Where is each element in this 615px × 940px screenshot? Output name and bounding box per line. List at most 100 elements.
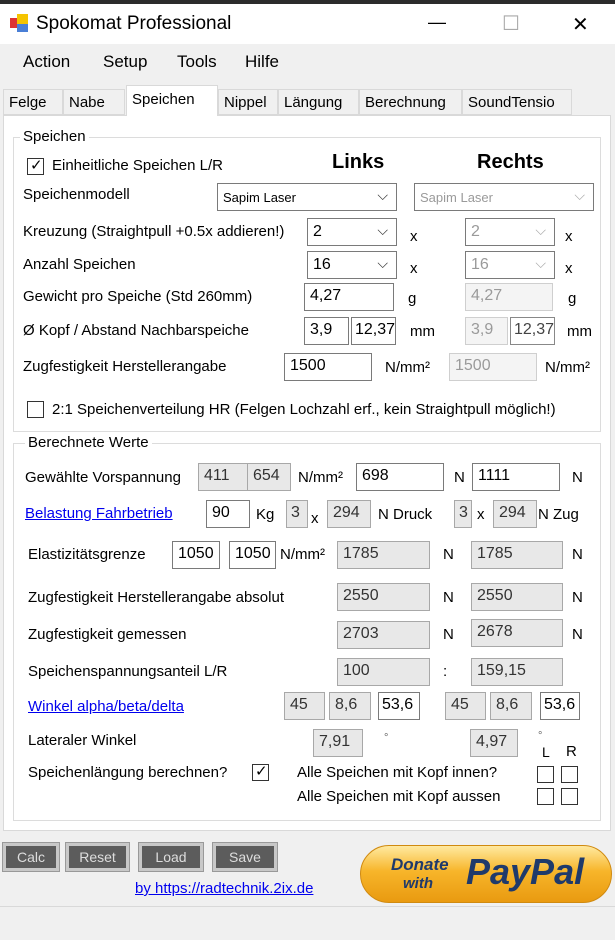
winkel-link[interactable]: Winkel alpha/beta/delta	[28, 698, 184, 715]
reset-button[interactable]: Reset	[65, 842, 130, 872]
anzahl-right-select: 16 ⌵	[465, 251, 555, 279]
modell-left-select[interactable]: Sapim Laser ⌵	[217, 183, 397, 211]
gewicht-kg-input[interactable]: 90	[206, 500, 250, 528]
gewicht-right-input: 4,27	[465, 283, 553, 311]
zabs-right-value: 2550	[471, 583, 563, 611]
maximize-button[interactable]: ☐	[502, 11, 520, 36]
right-column-label: R	[566, 743, 577, 760]
vorspannung-left-input[interactable]: 698	[356, 463, 444, 491]
gewicht-left-input[interactable]: 4,27	[304, 283, 394, 311]
n-unit: N	[454, 469, 465, 486]
menu-setup[interactable]: Setup	[103, 52, 147, 72]
beta-left: 8,6	[329, 692, 371, 720]
innen-left-checkbox[interactable]	[537, 766, 554, 783]
elast-label: Elastizitätsgrenze	[28, 546, 146, 563]
menu-hilfe[interactable]: Hilfe	[245, 52, 279, 72]
n-unit: N	[572, 546, 583, 563]
vorspannung-label: Gewählte Vorspannung	[25, 469, 181, 486]
laengung-checkbox[interactable]: ✓	[252, 763, 269, 781]
load-button[interactable]: Load	[138, 842, 204, 872]
kopf-left-input[interactable]: 3,9	[304, 317, 349, 345]
kreuzung-left-select[interactable]: 2 ⌵	[307, 218, 397, 246]
tab-soundtensio[interactable]: SoundTensio	[462, 89, 572, 115]
calc-button[interactable]: Calc	[2, 842, 60, 872]
speichen-group-label: Speichen	[20, 128, 89, 145]
elast-left-input[interactable]: 1050	[172, 541, 220, 569]
anteil-right-value: 159,15	[471, 658, 563, 686]
save-button[interactable]: Save	[212, 842, 278, 872]
modell-right-value: Sapim Laser	[420, 190, 493, 205]
zug-label: N Zug	[538, 506, 579, 523]
chevron-down-icon: ⌵	[535, 222, 546, 238]
zugfestigkeit-left-input[interactable]: 1500	[284, 353, 372, 381]
aussen-right-checkbox[interactable]	[561, 788, 578, 805]
kopf-label: Ø Kopf / Abstand Nachbarspeiche	[23, 322, 249, 339]
chevron-down-icon: ⌵	[377, 255, 388, 271]
tab-speichen[interactable]: Speichen	[126, 85, 218, 116]
kreuzung-left-value: 2	[313, 223, 322, 240]
verteilung-checkbox[interactable]	[27, 401, 44, 418]
einheitlich-checkbox[interactable]: ✓	[27, 157, 44, 175]
nmm2-unit: N/mm²	[385, 359, 430, 376]
n-unit: N	[443, 546, 454, 563]
links-header: Links	[332, 151, 385, 173]
tab-nabe[interactable]: Nabe	[63, 89, 125, 115]
rechts-header: Rechts	[477, 151, 544, 173]
modell-label: Speichenmodell	[23, 186, 130, 203]
laengung-label: Speichenlängung berechnen?	[28, 764, 228, 781]
kreuzung-right-value: 2	[471, 223, 480, 240]
abstand-left-input[interactable]: 12,37	[351, 317, 396, 345]
chevron-down-icon: ⌵	[535, 255, 546, 271]
elast-right-value: 1785	[471, 541, 563, 569]
zug-value: 294	[493, 500, 537, 528]
innen-right-checkbox[interactable]	[561, 766, 578, 783]
paypal-logo: PayPal	[466, 851, 585, 892]
tab-laengung[interactable]: Längung	[278, 89, 359, 115]
kopf-right-input: 3,9	[465, 317, 508, 345]
colon-label: :	[443, 663, 448, 680]
vorspannung-right-input[interactable]: 1111	[472, 463, 560, 491]
n-unit: N	[572, 626, 583, 643]
kg-unit: Kg	[256, 506, 275, 523]
verteilung-label: 2:1 Speichenverteilung HR (Felgen Lochza…	[52, 401, 556, 418]
zug-count: 3	[454, 500, 472, 528]
gewicht-label: Gewicht pro Speiche (Std 260mm)	[23, 288, 253, 305]
elast-left-value: 1785	[337, 541, 430, 569]
tab-nippel[interactable]: Nippel	[218, 89, 278, 115]
anzahl-left-select[interactable]: 16 ⌵	[307, 251, 397, 279]
kreuzung-right-select: 2 ⌵	[465, 218, 555, 246]
berechnete-group-label: Berechnete Werte	[25, 434, 152, 451]
anzahl-label: Anzahl Speichen	[23, 256, 136, 273]
x-label: x	[410, 228, 418, 245]
lateral-left-value: 7,91	[313, 729, 363, 757]
paypal-with-text: with	[403, 875, 433, 892]
druck-label: N Druck	[378, 506, 433, 523]
mm-unit: mm	[410, 323, 435, 340]
beta-right: 8,6	[490, 692, 532, 720]
tab-felge[interactable]: Felge	[3, 89, 63, 115]
close-button[interactable]: ✕	[572, 12, 589, 37]
n-unit: N	[443, 626, 454, 643]
zgem-label: Zugfestigkeit gemessen	[28, 626, 187, 643]
aussen-label: Alle Speichen mit Kopf aussen	[297, 788, 501, 805]
zugfestigkeit-right-input: 1500	[449, 353, 537, 381]
abstand-right-input[interactable]: 12,37	[510, 317, 555, 345]
paypal-donate-text: Donate	[391, 855, 449, 874]
menu-action[interactable]: Action	[23, 52, 70, 72]
website-link[interactable]: by https://radtechnik.2ix.de	[135, 880, 313, 897]
tab-berechnung[interactable]: Berechnung	[359, 89, 462, 115]
druck-count: 3	[286, 500, 308, 528]
chevron-down-icon: ⌵	[574, 187, 585, 203]
paypal-donate-button[interactable]: Donate with PayPal	[360, 845, 612, 903]
zabs-left-value: 2550	[337, 583, 430, 611]
anteil-left-value: 100	[337, 658, 430, 686]
g-unit: g	[408, 290, 417, 307]
vorspannung-nmm2-right: 654	[247, 463, 291, 491]
belastung-link[interactable]: Belastung Fahrbetrieb	[25, 505, 173, 522]
x-label: x	[477, 506, 485, 523]
elast-right-input[interactable]: 1050	[229, 541, 276, 569]
status-bar	[0, 906, 615, 940]
menu-tools[interactable]: Tools	[177, 52, 217, 72]
aussen-left-checkbox[interactable]	[537, 788, 554, 805]
minimize-button[interactable]: —	[428, 12, 446, 33]
